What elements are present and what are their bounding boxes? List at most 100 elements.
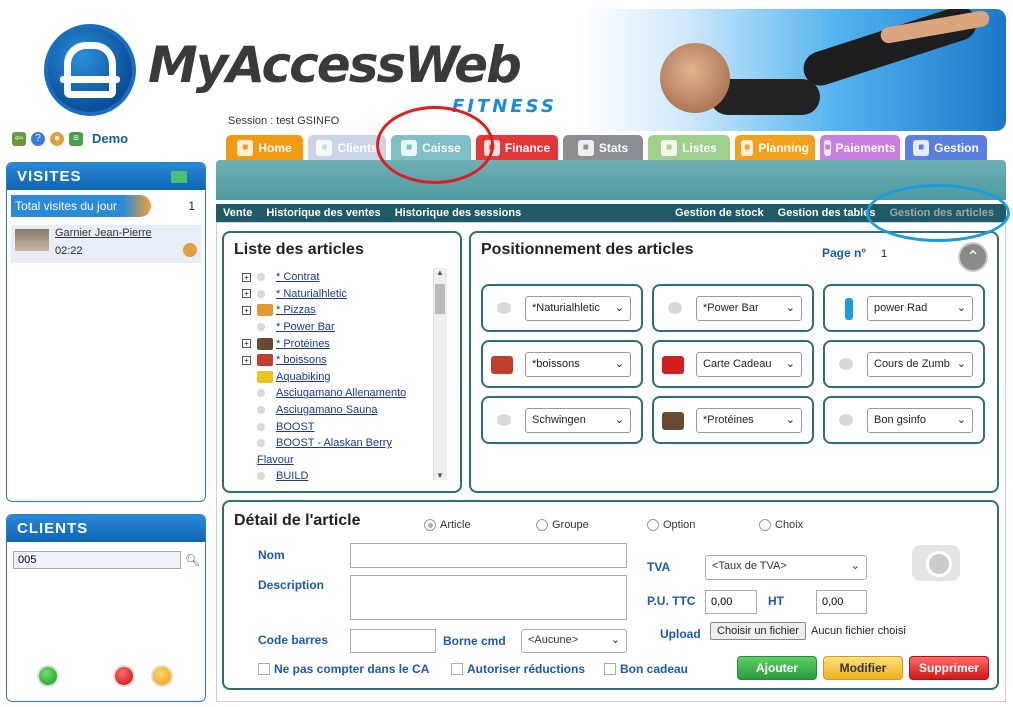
tree-item[interactable]: + * Contrat xyxy=(242,269,452,286)
tree-item[interactable]: BOOST xyxy=(242,418,452,435)
position-slot[interactable]: *Naturialhletic ⌄ xyxy=(481,284,643,332)
slot-article-select[interactable]: power Rad ⌄ xyxy=(867,296,973,321)
tree-item[interactable]: Aquabiking xyxy=(242,369,452,386)
nom-input[interactable] xyxy=(350,543,627,568)
expand-icon[interactable]: + xyxy=(242,339,251,349)
position-slot[interactable]: *Protéines ⌄ xyxy=(652,396,814,444)
slot-article-select[interactable]: *Power Bar ⌄ xyxy=(696,296,802,321)
camera-icon[interactable] xyxy=(912,545,960,581)
visitor-item[interactable]: Garnier Jean-Pierre 02:22 xyxy=(11,225,201,263)
tree-item[interactable]: Flavour xyxy=(242,452,452,469)
visitor-users-icon[interactable] xyxy=(183,243,197,257)
position-slot[interactable]: power Rad ⌄ xyxy=(823,284,985,332)
position-slot[interactable]: Cours de Zumb ⌄ xyxy=(823,340,985,388)
orange-status-button[interactable] xyxy=(151,665,173,687)
tree-item[interactable]: BUILD xyxy=(242,468,452,485)
tree-item-label[interactable]: * Pizzas xyxy=(276,304,316,316)
tree-item-label[interactable]: BOOST - Alaskan Berry xyxy=(276,437,392,449)
expand-icon[interactable]: + xyxy=(242,272,251,282)
edit-button[interactable]: Modifier xyxy=(823,656,903,680)
ht-input[interactable] xyxy=(816,590,867,614)
checkbox[interactable] xyxy=(258,663,270,675)
slot-article-select[interactable]: Schwingen ⌄ xyxy=(525,408,631,433)
tva-select[interactable]: <Taux de TVA> ⌄ xyxy=(705,555,867,580)
client-search-input[interactable] xyxy=(13,551,181,569)
help-icon[interactable]: ? xyxy=(31,131,45,146)
tree-item[interactable]: Asciugamano Sauna xyxy=(242,402,452,419)
checkbox[interactable] xyxy=(451,663,463,675)
position-slot[interactable]: *Power Bar ⌄ xyxy=(652,284,814,332)
radio-option[interactable]: Option xyxy=(647,519,695,531)
tab-gestion[interactable]: ■ Gestion xyxy=(905,135,987,160)
slot-article-select[interactable]: *boissons ⌄ xyxy=(525,352,631,377)
tree-item[interactable]: + * Naturialhletic xyxy=(242,286,452,303)
tree-item[interactable]: + * Pizzas xyxy=(242,302,452,319)
tree-item[interactable]: + * boissons xyxy=(242,352,452,369)
radio-choix[interactable]: Choix xyxy=(759,519,803,531)
position-slot[interactable]: Bon gsinfo ⌄ xyxy=(823,396,985,444)
green-status-button[interactable] xyxy=(37,665,59,687)
option-checkbox[interactable]: Autoriser réductions xyxy=(451,662,585,676)
tree-item-label[interactable]: Asciugamano Sauna xyxy=(276,404,378,416)
radio-article[interactable]: Article xyxy=(424,519,471,531)
tab-stats[interactable]: ■ Stats xyxy=(563,135,643,160)
tab-paiements[interactable]: ■ Paiements xyxy=(820,135,900,160)
tree-item-label[interactable]: Flavour xyxy=(257,454,294,466)
user-name[interactable]: Demo xyxy=(92,131,128,146)
radio-groupe[interactable]: Groupe xyxy=(536,519,589,531)
radio-dot[interactable] xyxy=(536,519,548,531)
tree-item-label[interactable]: * Contrat xyxy=(276,271,319,283)
slot-article-select[interactable]: *Naturialhletic ⌄ xyxy=(525,296,631,321)
expand-icon[interactable]: + xyxy=(242,305,251,315)
tree-item[interactable]: * Power Bar xyxy=(242,319,452,336)
expand-icon[interactable]: + xyxy=(242,355,251,365)
subnav-gestion-de-stock[interactable]: Gestion de stock xyxy=(668,207,771,219)
tree-item-label[interactable]: * Naturialhletic xyxy=(276,288,347,300)
slot-article-select[interactable]: *Protéines ⌄ xyxy=(696,408,802,433)
logout-icon[interactable]: ⇦ xyxy=(12,131,26,146)
radio-dot[interactable] xyxy=(647,519,659,531)
tree-item-label[interactable]: BUILD xyxy=(276,470,308,482)
tab-planning[interactable]: ■ Planning xyxy=(735,135,815,160)
tree-item-label[interactable]: Asciugamano Allenamento xyxy=(276,387,406,399)
tree-item[interactable]: BOOST - Alaskan Berry xyxy=(242,435,452,452)
slot-article-select[interactable]: Cours de Zumb ⌄ xyxy=(867,352,973,377)
tab-listes[interactable]: ■ Listes xyxy=(648,135,730,160)
notes-icon[interactable]: ≡ xyxy=(69,131,83,146)
tree-item-label[interactable]: * boissons xyxy=(276,354,327,366)
tree-item-label[interactable]: BOOST xyxy=(276,421,315,433)
pu-ttc-input[interactable] xyxy=(705,590,757,614)
tree-scroll-thumb[interactable] xyxy=(435,284,445,314)
tree-item-label[interactable]: * Power Bar xyxy=(276,321,335,333)
page-up-button[interactable]: ⌃ xyxy=(958,242,988,272)
tab-clients[interactable]: ■ Clients xyxy=(308,135,386,160)
visitor-name[interactable]: Garnier Jean-Pierre xyxy=(55,227,152,239)
code-barres-input[interactable] xyxy=(350,629,436,653)
delete-button[interactable]: Supprimer xyxy=(909,656,989,680)
tree-item-label[interactable]: Aquabiking xyxy=(276,371,330,383)
option-checkbox[interactable]: Bon cadeau xyxy=(604,662,688,676)
option-checkbox[interactable]: Ne pas compter dans le CA xyxy=(258,662,429,676)
description-textarea[interactable] xyxy=(350,575,627,620)
position-slot[interactable]: Carte Cadeau ⌄ xyxy=(652,340,814,388)
expand-icon[interactable]: + xyxy=(242,289,251,299)
radio-dot[interactable] xyxy=(759,519,771,531)
slot-article-select[interactable]: Bon gsinfo ⌄ xyxy=(867,408,973,433)
position-slot[interactable]: *boissons ⌄ xyxy=(481,340,643,388)
tree-item-label[interactable]: * Protéines xyxy=(276,338,330,350)
tree-item[interactable]: + * Protéines xyxy=(242,335,452,352)
radio-dot[interactable] xyxy=(424,519,436,531)
subnav-historique-des-sessions[interactable]: Historique des sessions xyxy=(388,207,529,219)
borne-select[interactable]: <Aucune> ⌄ xyxy=(521,629,627,653)
subnav-historique-des-ventes[interactable]: Historique des ventes xyxy=(259,207,387,219)
position-slot[interactable]: Schwingen ⌄ xyxy=(481,396,643,444)
checkbox[interactable] xyxy=(604,663,616,675)
red-status-button[interactable] xyxy=(113,665,135,687)
tab-home[interactable]: ■ Home xyxy=(226,135,303,160)
subnav-vente[interactable]: Vente xyxy=(216,207,259,219)
slot-article-select[interactable]: Carte Cadeau ⌄ xyxy=(696,352,802,377)
tree-item[interactable]: Asciugamano Allenamento xyxy=(242,385,452,402)
choose-file-button[interactable]: Choisir un fichier xyxy=(710,622,806,640)
search-icon[interactable]: 🔍︎ xyxy=(185,553,200,567)
add-button[interactable]: Ajouter xyxy=(737,656,817,680)
